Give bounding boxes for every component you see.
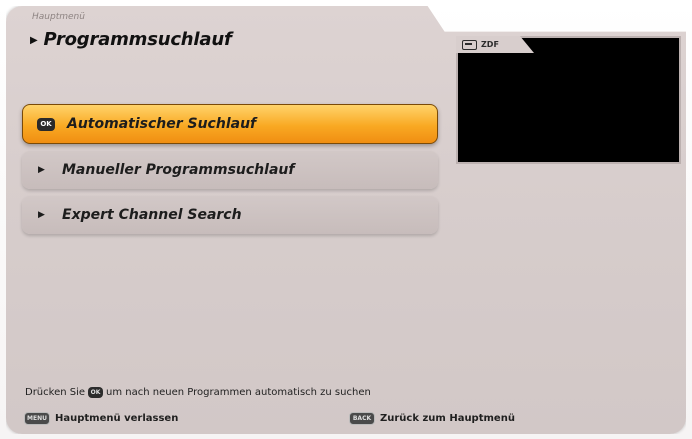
menu-key-icon: MENU [24, 412, 50, 425]
tv-preview-window [456, 36, 681, 164]
tv-menu-screen: Hauptmenü ▶ Programmsuchlauf OK Automatis… [0, 0, 692, 439]
arrow-right-icon: ▶ [38, 210, 45, 220]
page-title-text: Programmsuchlauf [43, 29, 232, 50]
hint-text-after: um nach neuen Programmen automatisch zu … [106, 387, 371, 398]
footer-exit-main-menu[interactable]: MENU Hauptmenü verlassen [24, 412, 178, 425]
tv-icon [462, 39, 477, 50]
title-arrow-icon: ▶ [30, 34, 38, 46]
breadcrumb[interactable]: Hauptmenü [32, 12, 85, 22]
menu-item-expert-channel-search[interactable]: ▶ Expert Channel Search [22, 196, 438, 234]
menu-item-automatic-search[interactable]: OK Automatischer Suchlauf [22, 104, 438, 144]
channel-name: ZDF [481, 40, 499, 49]
help-hint: Drücken Sie OK um nach neuen Programmen … [25, 387, 371, 398]
menu-item-label: Manueller Programmsuchlauf [62, 162, 295, 178]
menu-item-label: Automatischer Suchlauf [67, 116, 257, 132]
footer-right-label: Zurück zum Hauptmenü [380, 413, 515, 424]
menu-item-label: Expert Channel Search [62, 207, 242, 223]
page-title: ▶ Programmsuchlauf [30, 29, 232, 50]
ok-key-icon: OK [37, 117, 55, 131]
footer-back-to-main-menu[interactable]: BACK Zurück zum Hauptmenü [349, 412, 515, 425]
arrow-right-icon: ▶ [38, 165, 45, 175]
menu-item-manual-search[interactable]: ▶ Manueller Programmsuchlauf [22, 151, 438, 189]
hint-text-before: Drücken Sie [25, 387, 86, 398]
footer-left-label: Hauptmenü verlassen [55, 413, 179, 424]
search-menu: OK Automatischer Suchlauf ▶ Manueller Pr… [22, 104, 438, 241]
ok-key-icon: OK [88, 387, 104, 398]
back-key-icon: BACK [349, 412, 375, 425]
